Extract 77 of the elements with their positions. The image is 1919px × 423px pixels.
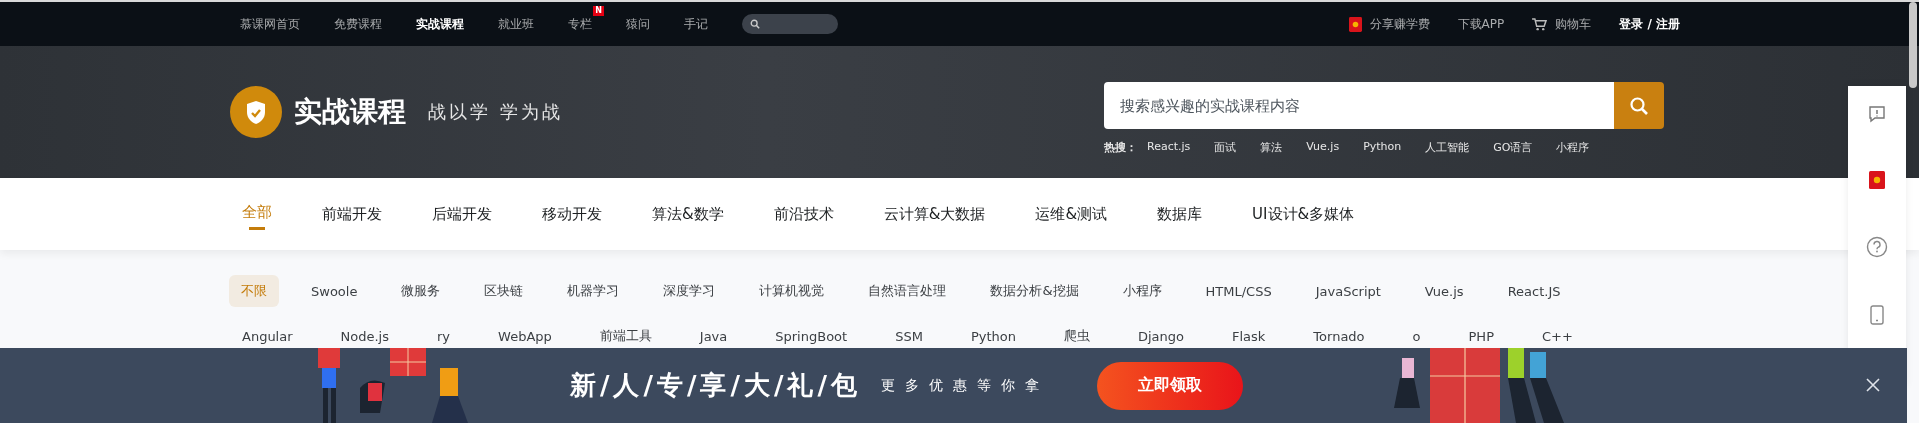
tag-filter[interactable]: Python [970, 321, 1016, 351]
hot-search-link[interactable]: 人工智能 [1425, 140, 1470, 155]
tag-filter[interactable]: SpringBoot [775, 321, 848, 351]
tag-filter[interactable]: WebApp [498, 321, 552, 351]
category-tab[interactable]: 云计算&大数据 [883, 196, 986, 232]
top-search-field[interactable] [742, 14, 838, 34]
claim-button[interactable]: 立即领取 [1097, 361, 1243, 410]
category-tab[interactable]: 运维&测试 [1035, 196, 1108, 232]
hot-search-link[interactable]: 算法 [1260, 140, 1283, 155]
search-icon [750, 19, 760, 29]
tag-filter[interactable]: Tornado [1313, 321, 1365, 351]
top-nav-link[interactable]: 实战课程 [416, 15, 464, 33]
share-link[interactable]: 分享赚学费 [1369, 15, 1430, 33]
tag-filter[interactable]: 自然语言处理 [868, 275, 947, 307]
cart-link[interactable]: 购物车 [1555, 15, 1592, 33]
top-nav-link[interactable]: 手记 [684, 15, 708, 33]
envelope-icon [1348, 16, 1362, 32]
tag-filter[interactable]: 区块链 [484, 275, 524, 307]
search-button[interactable] [1614, 82, 1664, 129]
shield-logo-icon [230, 86, 282, 138]
tag-filter[interactable]: Flask [1232, 321, 1266, 351]
top-nav-link[interactable]: 慕课网首页 [240, 15, 300, 33]
tag-filter[interactable]: PHP [1468, 321, 1494, 351]
page-title: 实战课程 [294, 94, 406, 130]
top-nav-link[interactable]: 猿问 [626, 15, 650, 33]
close-icon[interactable] [1866, 378, 1880, 392]
tag-filter[interactable]: C++ [1542, 321, 1573, 351]
tag-filter[interactable]: 计算机视觉 [759, 275, 825, 307]
new-badge: N [593, 5, 604, 16]
login-register-link[interactable]: 登录 / 注册 [1619, 15, 1680, 33]
tag-filter[interactable]: Django [1137, 321, 1184, 351]
top-nav-link[interactable]: 免费课程 [334, 15, 382, 33]
tag-filter[interactable]: Java [699, 321, 728, 351]
category-tab[interactable]: 移动开发 [542, 196, 602, 232]
slogan: 战以学 学为战 [428, 100, 563, 124]
tag-filter[interactable]: 深度学习 [663, 275, 716, 307]
tag-filter[interactable]: 数据分析&挖掘 [990, 275, 1079, 307]
search-icon [1629, 95, 1649, 116]
tag-filter[interactable]: Angular [242, 321, 293, 351]
tag-filter[interactable]: Vue.js [1424, 276, 1464, 306]
hot-search-link[interactable]: React.js [1147, 140, 1191, 155]
category-tab[interactable]: 数据库 [1157, 196, 1203, 232]
course-search-field[interactable]: 搜索感兴趣的实战课程内容 [1104, 82, 1614, 129]
hot-search-link[interactable]: 小程序 [1556, 140, 1590, 155]
envelope-icon[interactable] [1869, 171, 1885, 189]
category-tab[interactable]: 后端开发 [432, 196, 492, 232]
banner-subtitle: 更多优惠等你拿 [881, 376, 1049, 395]
help-icon[interactable] [1866, 236, 1888, 258]
cart-icon[interactable] [1532, 17, 1548, 31]
hot-search-link[interactable]: Python [1363, 140, 1402, 155]
tag-filter[interactable]: Swoole [311, 276, 358, 306]
category-tab[interactable]: UI设计&多媒体 [1252, 196, 1355, 232]
tag-filter[interactable]: Node.js [340, 321, 389, 351]
category-tab[interactable]: 算法&数学 [652, 196, 724, 232]
phone-icon[interactable] [1870, 305, 1884, 325]
message-icon[interactable] [1867, 104, 1887, 124]
tag-filter[interactable]: 机器学习 [567, 275, 620, 307]
tag-filter[interactable]: 爬虫 [1063, 320, 1090, 352]
top-nav-link[interactable]: 就业班 [498, 15, 534, 33]
tag-filter[interactable]: HTML/CSS [1205, 276, 1272, 306]
category-tab[interactable]: 前沿技术 [773, 196, 834, 232]
tag-filter[interactable]: SSM [895, 321, 923, 351]
tag-filter[interactable]: JavaScript [1315, 276, 1381, 306]
tag-filter[interactable]: React.JS [1507, 276, 1561, 306]
tag-filter[interactable]: 前端工具 [599, 320, 652, 352]
hot-search-label: 热搜： [1104, 140, 1137, 155]
tag-filter[interactable]: 小程序 [1122, 275, 1162, 307]
tag-filter[interactable]: 微服务 [401, 275, 441, 307]
tag-filter[interactable]: o [1412, 321, 1421, 351]
category-tab[interactable]: 前端开发 [322, 196, 382, 232]
scrollbar[interactable] [1909, 2, 1917, 88]
hot-search-link[interactable]: 面试 [1214, 140, 1237, 155]
hot-search-link[interactable]: Vue.js [1306, 140, 1340, 155]
tag-filter[interactable]: ry [437, 321, 451, 351]
banner-title: 新/人/专/享/大/礼/包 [570, 369, 861, 402]
download-app-link[interactable]: 下载APP [1457, 15, 1505, 33]
hot-search-link[interactable]: GO语言 [1493, 140, 1533, 155]
